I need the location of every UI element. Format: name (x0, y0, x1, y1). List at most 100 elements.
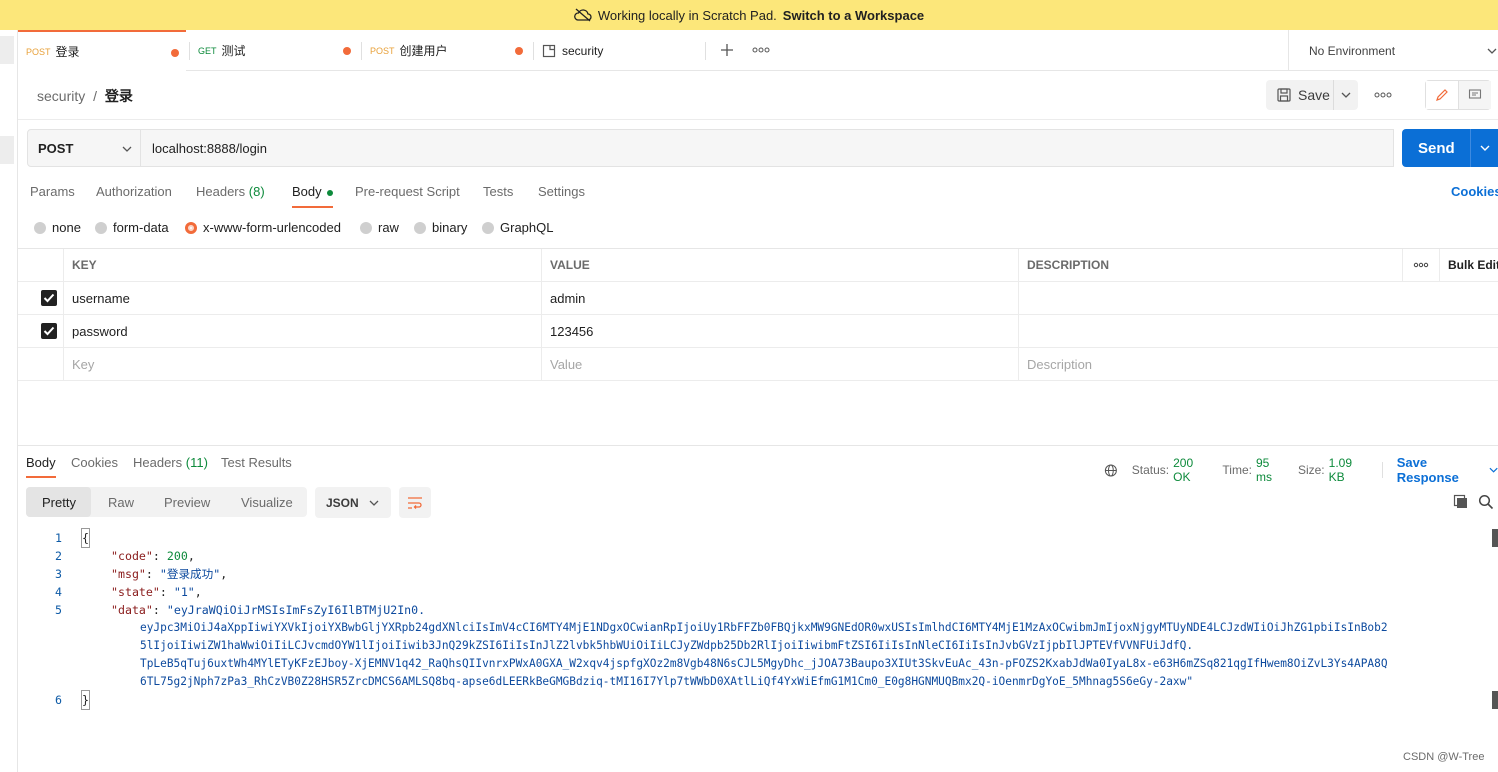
json-close-brace: } (81, 690, 90, 710)
tab-label: 登录 (55, 45, 80, 59)
tab-headers[interactable]: Headers (8) (196, 184, 265, 199)
chevron-down-icon[interactable] (1341, 91, 1351, 99)
column-key: KEY (63, 249, 541, 281)
body-indicator-dot (327, 189, 334, 196)
view-mode-toggle (1425, 80, 1491, 110)
key-placeholder[interactable]: Key (63, 348, 541, 380)
tab-settings[interactable]: Settings (538, 184, 585, 199)
format-select[interactable]: JSON (315, 487, 391, 518)
chevron-down-icon (122, 146, 132, 152)
view-visualize[interactable]: Visualize (241, 487, 293, 517)
unsaved-dot-icon (171, 49, 179, 57)
radio-form-data[interactable]: form-data (95, 220, 169, 235)
value-cell[interactable]: 123456 (541, 315, 1018, 347)
row-checkbox[interactable] (41, 290, 57, 306)
tab-test[interactable]: GET 测试 (190, 30, 358, 71)
more-columns-icon[interactable] (1402, 249, 1439, 281)
copy-icon[interactable] (1453, 494, 1469, 510)
send-label: Send (1418, 139, 1455, 157)
new-tab-plus-icon[interactable] (718, 41, 736, 59)
json-key: "msg" (111, 567, 146, 581)
breadcrumb-collection[interactable]: security (37, 88, 85, 104)
tab-label: 创建用户 (399, 44, 448, 58)
search-icon[interactable] (1478, 494, 1494, 510)
response-tab-headers[interactable]: Headers (11) (133, 455, 208, 470)
tab-create-user[interactable]: POST 创建用户 (362, 30, 530, 71)
radio-raw[interactable]: raw (360, 220, 399, 235)
json-string: "1" (173, 585, 195, 599)
value-cell[interactable]: admin (541, 282, 1018, 314)
tab-method: GET (198, 45, 217, 56)
line-number: 5 (55, 603, 62, 617)
radio-circle (482, 221, 494, 234)
tab-tests[interactable]: Tests (483, 184, 513, 199)
switch-workspace-link[interactable]: Switch to a Workspace (783, 8, 924, 23)
json-line-state: "state": "1", (111, 585, 202, 599)
description-cell[interactable] (1018, 315, 1498, 347)
description-placeholder[interactable]: Description (1018, 348, 1498, 380)
table-row-empty: Key Value Description (18, 348, 1498, 381)
method-select[interactable]: POST (27, 129, 141, 167)
view-pretty[interactable]: Pretty (26, 487, 91, 517)
scratch-pad-banner: Working locally in Scratch Pad. Switch t… (0, 0, 1498, 30)
headers-count: (11) (185, 455, 208, 470)
save-label: Save (1298, 87, 1330, 103)
request-tab-bar: POST 登录 GET 测试 POST 创建用户 security (18, 30, 1498, 71)
save-button[interactable]: Save (1266, 80, 1358, 110)
tab-label: security (562, 43, 604, 58)
wrap-lines-icon[interactable] (399, 487, 431, 518)
tab-pre-request-script[interactable]: Pre-request Script (355, 184, 460, 199)
environment-label: No Environment (1309, 43, 1396, 58)
radio-none[interactable]: none (34, 220, 81, 235)
breadcrumb: security / 登录 (37, 86, 133, 106)
tab-security[interactable]: security (542, 30, 710, 71)
scrollbar-thumb[interactable] (1492, 529, 1498, 547)
save-response-button[interactable]: Save Response (1397, 455, 1485, 485)
tab-body[interactable]: Body (292, 184, 334, 208)
radio-x-www-form-urlencoded[interactable]: x-www-form-urlencoded (185, 220, 341, 235)
document-icon (542, 44, 556, 57)
status-label: Status: (1131, 463, 1170, 477)
view-mode-segmented: Pretty Raw Preview Visualize (26, 487, 307, 517)
cloud-off-icon (573, 8, 592, 22)
chevron-down-icon[interactable] (1489, 466, 1498, 474)
radio-binary[interactable]: binary (414, 220, 467, 235)
size-value: 1.09 KB (1328, 456, 1352, 484)
more-tabs-icon[interactable] (752, 43, 770, 57)
url-input[interactable]: localhost:8888/login (141, 129, 1394, 167)
environment-selector[interactable]: No Environment (1288, 30, 1498, 71)
value-placeholder[interactable]: Value (541, 348, 1018, 380)
radio-label: form-data (113, 220, 169, 235)
key-cell[interactable]: password (63, 315, 541, 347)
key-cell[interactable]: username (63, 282, 541, 314)
radio-circle-selected (185, 221, 197, 234)
watermark: CSDN @W-Tree (1403, 751, 1485, 763)
globe-icon[interactable] (1104, 463, 1118, 478)
radio-graphql[interactable]: GraphQL (482, 220, 553, 235)
response-tab-test-results[interactable]: Test Results (221, 455, 292, 470)
chevron-down-icon (1487, 48, 1497, 54)
row-checkbox[interactable] (41, 323, 57, 339)
scrollbar-thumb[interactable] (1492, 691, 1498, 709)
cookies-link[interactable]: Cookies (1451, 184, 1498, 199)
view-preview[interactable]: Preview (164, 487, 210, 517)
edit-pencil-icon[interactable] (1426, 81, 1459, 109)
tab-authorization[interactable]: Authorization (96, 184, 172, 199)
radio-label: x-www-form-urlencoded (203, 220, 341, 235)
tab-label: Headers (133, 455, 183, 470)
json-key: "code" (111, 549, 153, 563)
more-options-icon[interactable] (1374, 88, 1392, 102)
tab-login[interactable]: POST 登录 (18, 30, 186, 71)
comments-icon[interactable] (1459, 81, 1491, 109)
format-label: JSON (326, 495, 359, 510)
response-divider[interactable] (18, 445, 1498, 446)
send-button[interactable]: Send (1402, 129, 1498, 167)
bulk-edit-link[interactable]: Bulk Edit (1439, 249, 1498, 281)
description-cell[interactable] (1018, 282, 1498, 314)
tab-params[interactable]: Params (30, 184, 75, 199)
header-divider (18, 119, 1498, 120)
view-raw[interactable]: Raw (108, 487, 134, 517)
response-tab-cookies[interactable]: Cookies (71, 455, 118, 470)
response-tab-body[interactable]: Body (26, 455, 56, 478)
chevron-down-icon[interactable] (1480, 144, 1490, 152)
